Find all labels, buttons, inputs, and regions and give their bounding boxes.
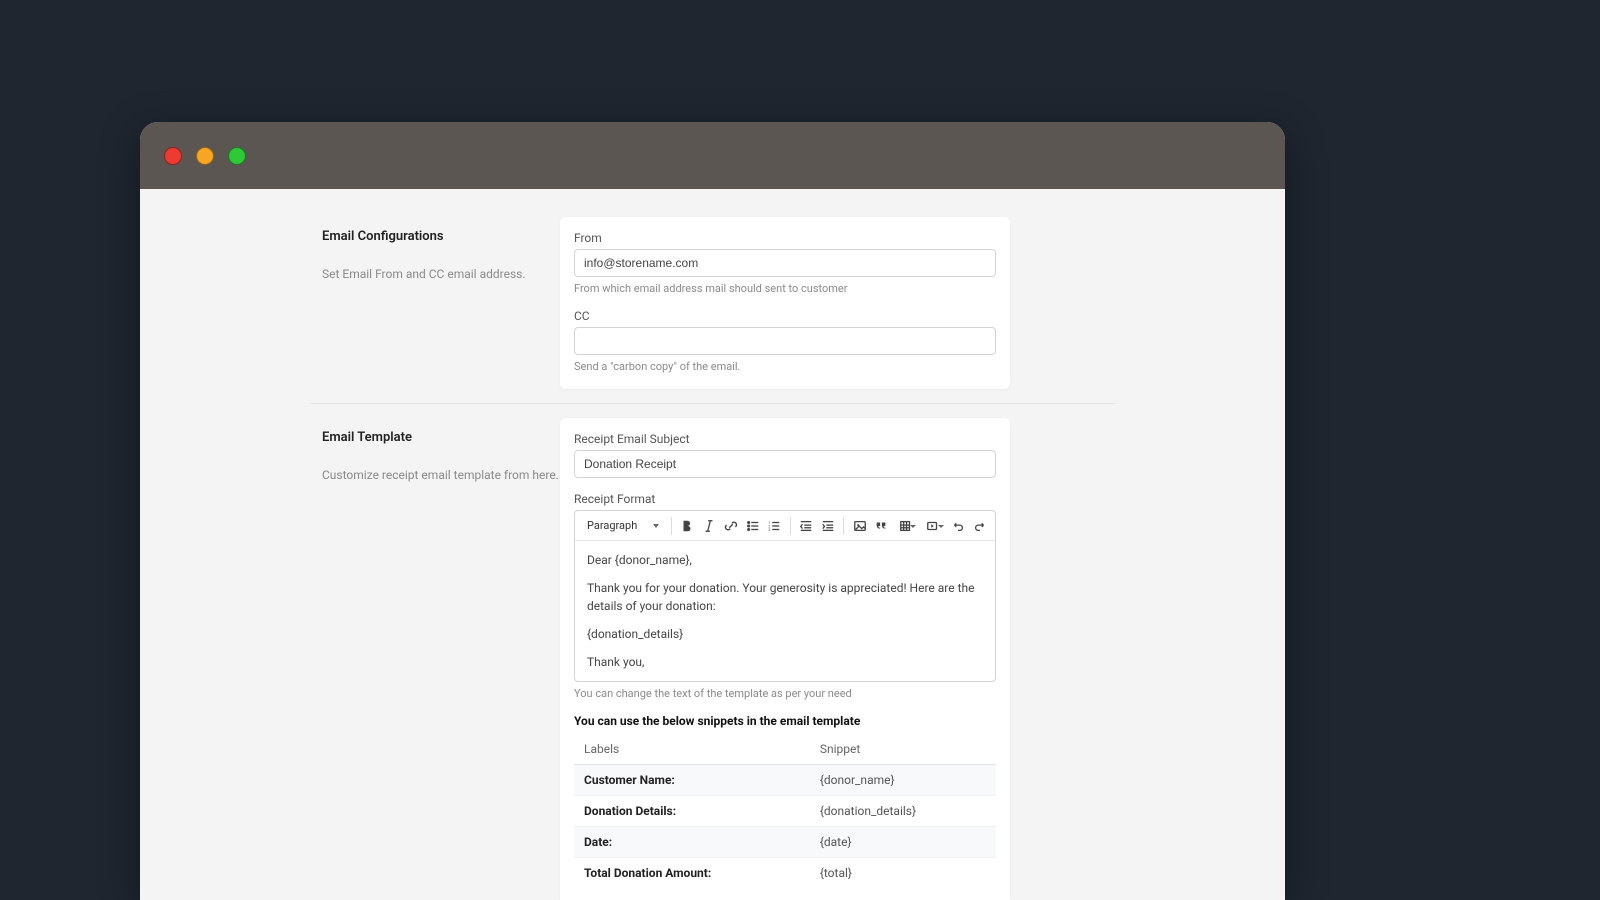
table-row: Date: {date} (574, 827, 996, 858)
cc-input[interactable] (574, 327, 996, 355)
table-row: Customer Name: {donor_name} (574, 765, 996, 796)
from-input[interactable] (574, 249, 996, 277)
snippet-value: {donor_name} (810, 765, 996, 796)
redo-icon[interactable] (970, 515, 989, 537)
email-config-section: Email Configurations Set Email From and … (140, 217, 1285, 389)
numbered-list-icon[interactable]: 123 (765, 515, 784, 537)
cc-label: CC (574, 309, 996, 323)
image-icon[interactable] (850, 515, 869, 537)
bullet-list-icon[interactable] (743, 515, 762, 537)
snippet-label: Date: (574, 827, 810, 858)
paragraph-style-label: Paragraph (587, 519, 637, 532)
snippet-value: {total} (810, 858, 996, 889)
email-template-section: Email Template Customize receipt email t… (140, 418, 1285, 900)
rte-line: Thank you, (587, 653, 983, 671)
undo-icon[interactable] (949, 515, 968, 537)
subject-input[interactable] (574, 450, 996, 478)
link-icon[interactable] (722, 515, 741, 537)
snippet-label: Customer Name: (574, 765, 810, 796)
italic-icon[interactable] (700, 515, 719, 537)
toolbar-separator (843, 517, 844, 535)
format-field-block: Receipt Format Paragraph (574, 492, 996, 888)
rte-toolbar: Paragraph (575, 511, 995, 541)
labels-column-header: Labels (574, 734, 810, 765)
from-field-block: From From which email address mail shoul… (574, 231, 996, 295)
email-template-title: Email Template (322, 430, 560, 445)
email-template-card: Receipt Email Subject Receipt Format Par… (560, 418, 1010, 900)
snippet-value: {donation_details} (810, 796, 996, 827)
snippets-heading: You can use the below snippets in the em… (574, 714, 996, 728)
paragraph-style-select[interactable]: Paragraph (581, 515, 665, 537)
from-label: From (574, 231, 996, 245)
subject-field-block: Receipt Email Subject (574, 432, 996, 478)
email-config-description: Set Email From and CC email address. (322, 266, 560, 283)
cc-field-block: CC Send a "carbon copy" of the email. (574, 309, 996, 373)
table-row: Donation Details: {donation_details} (574, 796, 996, 827)
snippet-label: Total Donation Amount: (574, 858, 810, 889)
email-template-header: Email Template Customize receipt email t… (322, 418, 560, 900)
snippet-value: {date} (810, 827, 996, 858)
snippet-label: Donation Details: (574, 796, 810, 827)
bold-icon[interactable] (678, 515, 697, 537)
window-close-button[interactable] (164, 147, 182, 165)
window-maximize-button[interactable] (228, 147, 246, 165)
snippet-column-header: Snippet (810, 734, 996, 765)
format-label: Receipt Format (574, 492, 996, 506)
table-header-row: Labels Snippet (574, 734, 996, 765)
snippets-table: Labels Snippet Customer Name: {donor_nam… (574, 734, 996, 888)
format-help: You can change the text of the template … (574, 687, 996, 700)
svg-text:3: 3 (769, 527, 771, 531)
app-window: Email Configurations Set Email From and … (140, 122, 1285, 900)
video-icon[interactable] (921, 515, 945, 537)
blockquote-icon[interactable] (872, 515, 891, 537)
rte-line: {donation_details} (587, 625, 983, 643)
table-row: Total Donation Amount: {total} (574, 858, 996, 889)
toolbar-separator (671, 517, 672, 535)
from-help: From which email address mail should sen… (574, 282, 996, 295)
window-minimize-button[interactable] (196, 147, 214, 165)
email-config-header: Email Configurations Set Email From and … (322, 217, 560, 389)
indent-icon[interactable] (819, 515, 838, 537)
email-config-title: Email Configurations (322, 229, 560, 244)
rte-line: Thank you for your donation. Your genero… (587, 579, 983, 615)
subject-label: Receipt Email Subject (574, 432, 996, 446)
cc-help: Send a "carbon copy" of the email. (574, 360, 996, 373)
page-content: Email Configurations Set Email From and … (140, 189, 1285, 900)
section-divider (310, 403, 1115, 404)
window-titlebar (140, 122, 1285, 189)
rte-content[interactable]: Dear {donor_name}, Thank you for your do… (575, 541, 995, 681)
email-template-description: Customize receipt email template from he… (322, 467, 560, 484)
toolbar-separator (790, 517, 791, 535)
rich-text-editor: Paragraph (574, 510, 996, 682)
outdent-icon[interactable] (797, 515, 816, 537)
rte-line: Dear {donor_name}, (587, 551, 983, 569)
email-config-card: From From which email address mail shoul… (560, 217, 1010, 389)
table-icon[interactable] (894, 515, 918, 537)
